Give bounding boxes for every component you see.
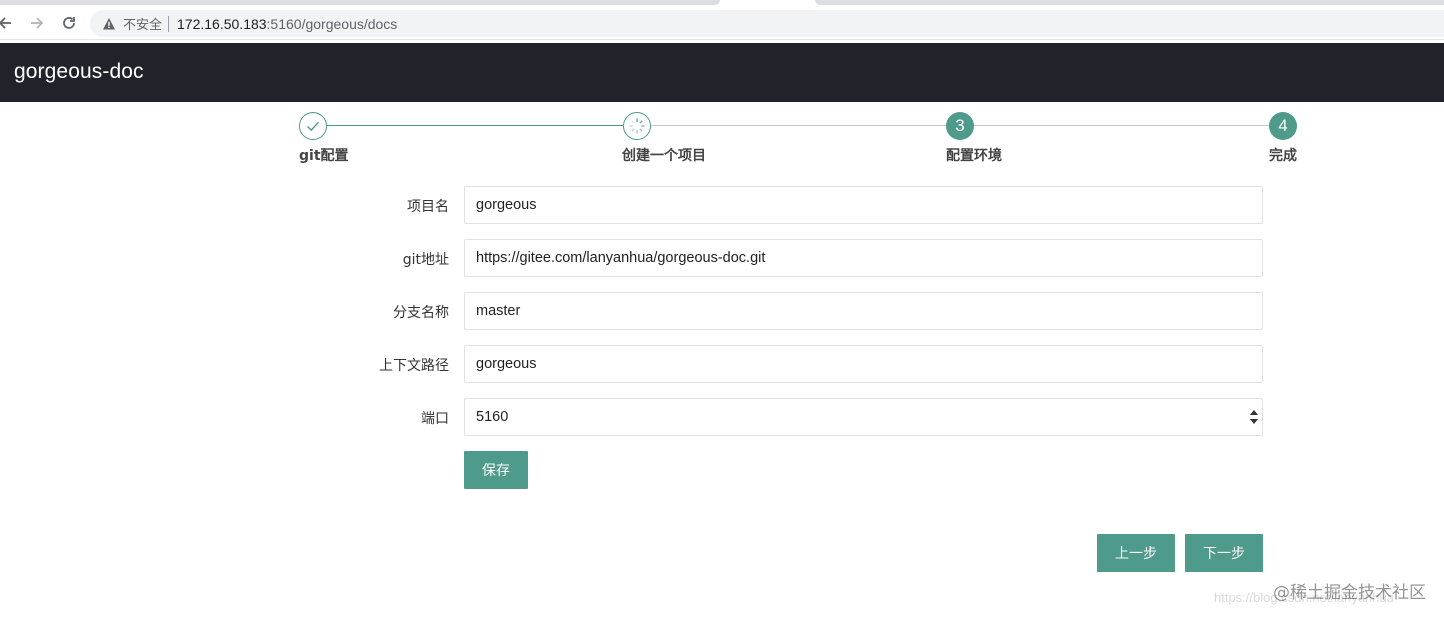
form-row-project-name: 项目名 [0,186,1444,224]
project-name-input[interactable] [464,186,1263,224]
git-url-label: git地址 [402,252,449,268]
save-button[interactable]: 保存 [464,451,528,489]
warning-icon[interactable] [102,17,116,31]
url-host: 172.16.50.183 [177,15,267,32]
step-connector [651,125,946,126]
context-path-input[interactable] [464,345,1263,383]
port-label: 端口 [421,411,449,427]
app-title[interactable]: gorgeous-doc [14,60,144,84]
step-1-label: git配置 [299,148,349,164]
browser-toolbar: 不安全 172.16.50.183 :5160/gorgeous/docs [0,6,1444,40]
forward-button[interactable] [26,12,48,34]
arrow-right-icon [31,17,44,29]
step-1-circle [299,112,327,140]
project-name-label: 项目名 [407,199,449,215]
context-path-label: 上下文路径 [379,358,449,374]
watermark: @稀土掘金技术社区 [1273,583,1426,603]
prev-step-button[interactable]: 上一步 [1097,534,1175,572]
step-4-label: 完成 [1269,148,1297,164]
branch-label: 分支名称 [393,305,449,321]
form-row-branch: 分支名称 [0,292,1444,330]
step-3-label: 配置环境 [946,148,1002,164]
form-row-port: 端口 [0,398,1444,436]
step-2-label: 创建一个项目 [622,148,706,164]
git-url-input[interactable] [464,239,1263,277]
app-header: gorgeous-doc [0,43,1444,102]
reload-icon [63,17,75,29]
back-button[interactable] [0,12,16,34]
inactive-tab[interactable] [0,0,720,5]
branch-input[interactable] [464,292,1263,330]
next-step-button[interactable]: 下一步 [1185,534,1263,572]
spinner-icon [629,118,645,134]
check-icon [307,121,320,132]
reload-button[interactable] [58,12,80,34]
step-3-circle: 3 [946,112,974,140]
form-row-context-path: 上下文路径 [0,345,1444,383]
arrow-left-icon [0,17,11,29]
steps-progress: git配置 创建一个项目 3 配置环境 4 完成 [0,102,1444,172]
stepper-up-icon[interactable] [1250,410,1258,415]
omnibox-divider [168,15,170,32]
port-stepper[interactable] [1250,410,1258,424]
url-path: :5160/gorgeous/docs [266,15,398,32]
step-2-circle [623,112,651,140]
step-connector-done [327,125,623,126]
step-4-circle: 4 [1269,112,1297,140]
port-input[interactable] [464,398,1263,436]
inactive-tab[interactable] [815,0,1444,5]
form-row-git-url: git地址 [0,239,1444,277]
stepper-down-icon[interactable] [1250,419,1258,424]
security-label[interactable]: 不安全 [123,14,162,33]
address-bar[interactable]: 不安全 172.16.50.183 :5160/gorgeous/docs [90,10,1444,37]
step-connector [974,125,1269,126]
port-field [464,398,1263,436]
